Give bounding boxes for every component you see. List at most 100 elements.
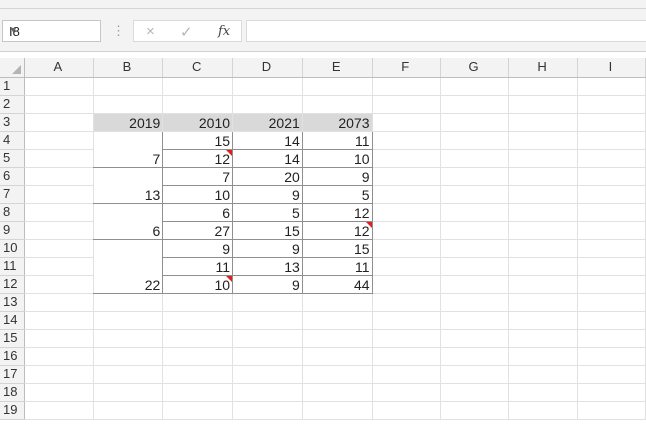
row-header-10[interactable]: 10 [0,239,26,258]
cell[interactable] [508,203,578,222]
chevron-down-icon[interactable]: ▼ [9,25,96,35]
cell[interactable] [372,239,441,258]
cell-d9[interactable]: 15 [232,221,303,240]
cell[interactable] [232,293,303,312]
cell-e11[interactable]: 11 [302,257,373,276]
cell[interactable] [508,113,578,132]
cell-c11[interactable]: 11 [162,257,234,276]
cell[interactable] [577,329,646,348]
row-header-12[interactable]: 12 [0,275,26,294]
cell-c9[interactable]: 27 [162,221,234,240]
cell[interactable] [162,347,234,366]
cell-e10[interactable]: 15 [302,239,373,258]
select-all-corner[interactable] [0,58,26,78]
cell[interactable] [162,311,234,330]
cell[interactable] [162,365,234,384]
cell-b8-merged[interactable]: 6 [93,203,164,240]
cell[interactable] [508,221,578,240]
cell[interactable] [302,77,373,96]
cancel-icon[interactable]: × [146,23,155,40]
cell[interactable] [24,95,94,114]
cell[interactable] [577,311,646,330]
cell-e4[interactable]: 11 [302,131,373,150]
cell[interactable] [372,167,441,186]
cell[interactable] [24,113,94,132]
cell[interactable] [302,383,373,402]
row-header-11[interactable]: 11 [0,257,26,276]
cell[interactable] [372,149,441,168]
cell[interactable] [372,347,441,366]
cell[interactable] [440,221,510,240]
cell[interactable] [508,365,578,384]
column-header-h[interactable]: H [508,58,578,78]
row-header-19[interactable]: 19 [0,401,26,420]
cell[interactable] [440,329,510,348]
cell[interactable] [302,365,373,384]
enter-icon[interactable]: ✓ [180,23,193,41]
cell[interactable] [372,95,441,114]
cell[interactable] [24,167,94,186]
cell[interactable] [24,329,94,348]
cell[interactable] [577,167,646,186]
row-header-3[interactable]: 3 [0,113,26,132]
row-header-8[interactable]: 8 [0,203,26,222]
cell-c10[interactable]: 9 [162,239,234,258]
cell[interactable] [372,257,441,276]
cell[interactable] [93,311,164,330]
cell-e3[interactable]: 2073 [302,113,373,132]
cell[interactable] [577,275,646,294]
cell[interactable] [302,401,373,420]
cell[interactable] [24,221,94,240]
cell[interactable] [372,77,441,96]
cell[interactable] [24,275,94,294]
cell[interactable] [508,293,578,312]
cell[interactable] [24,383,94,402]
cell[interactable] [24,257,94,276]
name-box[interactable]: I8 ▼ [2,20,101,42]
cell[interactable] [508,239,578,258]
cell-b3[interactable]: 2019 [93,113,164,132]
cell[interactable] [24,293,94,312]
row-header-16[interactable]: 16 [0,347,26,366]
cell[interactable] [93,347,164,366]
cell[interactable] [24,401,94,420]
cell-d12[interactable]: 9 [232,275,303,294]
cell[interactable] [440,257,510,276]
cell[interactable] [162,401,234,420]
cell-e5[interactable]: 10 [302,149,373,168]
cell[interactable] [93,293,164,312]
cell[interactable] [440,77,510,96]
cell[interactable] [508,275,578,294]
cell[interactable] [24,149,94,168]
cell[interactable] [577,77,646,96]
cell[interactable] [440,401,510,420]
cell[interactable] [577,113,646,132]
row-header-7[interactable]: 7 [0,185,26,204]
formula-input[interactable] [246,20,646,42]
column-header-d[interactable]: D [232,58,303,78]
row-header-15[interactable]: 15 [0,329,26,348]
cell-d6[interactable]: 20 [232,167,303,186]
cell-c12[interactable]: 10 [162,275,234,294]
column-header-e[interactable]: E [302,58,373,78]
cell-e9[interactable]: 12 [302,221,373,240]
cell-e8[interactable]: 12 [302,203,373,222]
cell-c6[interactable]: 7 [162,167,234,186]
cell-d10[interactable]: 9 [232,239,303,258]
cell[interactable] [577,185,646,204]
cell[interactable] [372,329,441,348]
cell-c7[interactable]: 10 [162,185,234,204]
cell[interactable] [302,293,373,312]
cell[interactable] [508,311,578,330]
cell[interactable] [372,401,441,420]
column-header-g[interactable]: G [440,58,510,78]
cell[interactable] [162,293,234,312]
cell[interactable] [440,365,510,384]
cell[interactable] [440,347,510,366]
cell[interactable] [508,167,578,186]
cell[interactable] [440,383,510,402]
cell[interactable] [372,365,441,384]
insert-function-icon[interactable]: fx [218,24,230,39]
cell[interactable] [372,221,441,240]
cell[interactable] [24,365,94,384]
